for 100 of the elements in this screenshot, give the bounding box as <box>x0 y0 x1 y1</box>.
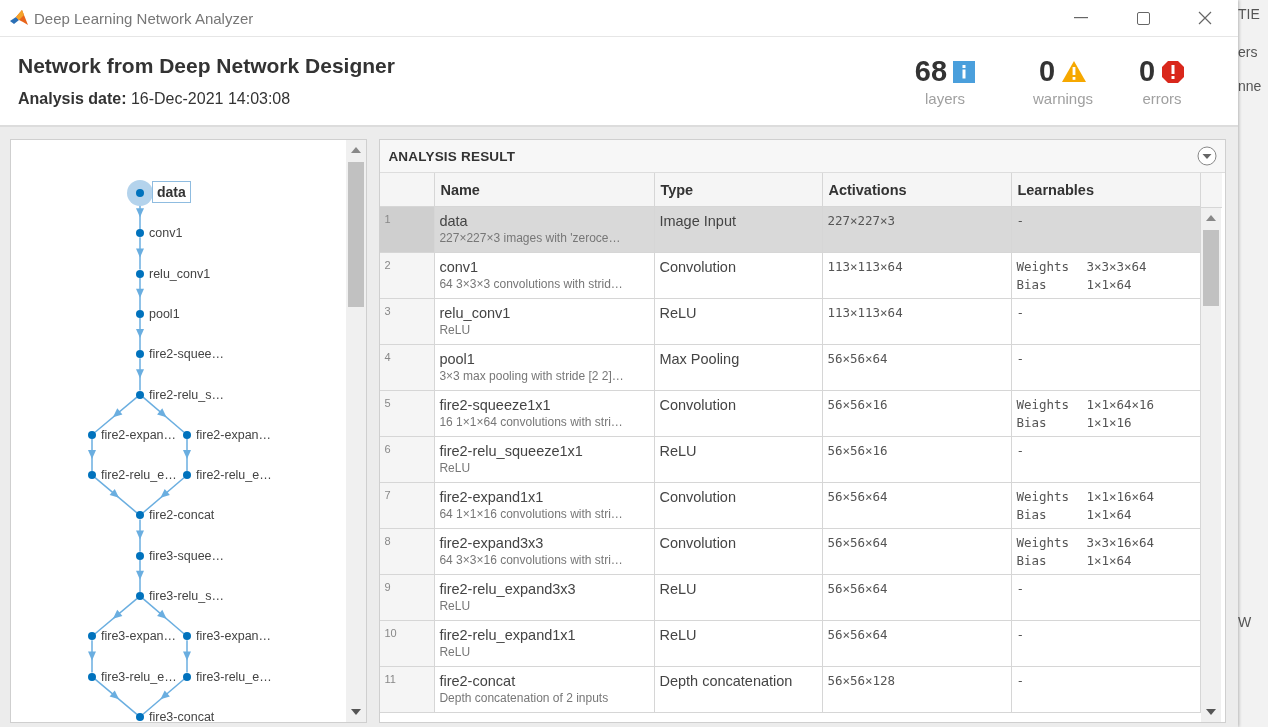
layer-name: fire2-expand1x1 <box>439 489 545 505</box>
node-label[interactable]: fire2-concat <box>149 508 215 523</box>
scroll-up-icon[interactable] <box>1206 215 1217 221</box>
name-cell[interactable]: fire2-expand3x3 64 3×3×16 convolutions with stri… <box>435 529 656 575</box>
row-number: 6 <box>380 437 436 483</box>
node-dot[interactable] <box>136 712 144 721</box>
layer-name: fire2-relu_expand3x3 <box>439 581 577 597</box>
node-dot[interactable] <box>88 471 96 480</box>
name-cell[interactable]: conv1 64 3×3×3 convolutions with strid… <box>435 253 656 299</box>
edge-arrow <box>136 518 144 553</box>
node-dot[interactable] <box>88 632 96 641</box>
node-label[interactable]: fire3-expan… <box>196 629 272 644</box>
error-icon <box>1161 59 1186 84</box>
node-label[interactable]: data <box>152 181 191 203</box>
type-cell: Depth concatenation <box>655 667 824 713</box>
background-text: ers <box>1238 44 1259 60</box>
stat-count: 68 <box>914 55 948 88</box>
node-label[interactable]: fire2-expan… <box>101 427 177 442</box>
node-dot[interactable] <box>183 632 191 641</box>
node-label[interactable]: fire2-expan… <box>196 427 272 442</box>
edge-arrow <box>136 558 144 593</box>
type-cell: ReLU <box>655 575 824 621</box>
name-cell[interactable]: fire2-concat Depth concatenation of 2 inputs <box>435 667 656 713</box>
name-cell[interactable]: fire2-expand1x1 64 1×1×16 convolutions with stri… <box>435 483 656 529</box>
node-label[interactable]: fire3-relu_s… <box>149 589 225 603</box>
row-number: 3 <box>380 299 436 345</box>
node-dot[interactable] <box>183 430 191 439</box>
learnable-name: Bias <box>1016 277 1048 292</box>
stat-count: 0 <box>1138 55 1156 88</box>
column-header[interactable]: Activations <box>823 173 1013 207</box>
collapse-icon[interactable] <box>1197 146 1217 166</box>
node-dot[interactable] <box>136 269 144 278</box>
edge-arrow <box>136 276 144 311</box>
row-number: 10 <box>380 621 436 667</box>
node-label[interactable]: fire2-relu_s… <box>149 387 225 402</box>
edge-arrow <box>136 317 144 351</box>
activations-cell: 113×113×64 <box>823 299 1013 345</box>
node-label[interactable]: relu_conv1 <box>149 266 211 281</box>
learnable-size: 3×3×16×64 <box>1086 535 1156 550</box>
row-number: 9 <box>380 575 436 621</box>
column-header[interactable]: Type <box>655 173 824 207</box>
panel-title: ANALYSIS RESULT <box>388 148 516 164</box>
name-cell[interactable]: fire2-relu_expand1x1 ReLU <box>435 621 656 667</box>
name-cell[interactable]: pool1 3×3 max pooling with stride [2 2]… <box>435 345 656 391</box>
node-dot[interactable] <box>136 189 144 197</box>
activations-cell: 56×56×64 <box>823 345 1013 391</box>
learnables-cell: - <box>1012 299 1202 345</box>
node-label[interactable]: fire3-expan… <box>101 629 177 644</box>
name-cell[interactable]: fire2-relu_squeeze1x1 ReLU <box>435 437 656 483</box>
column-header[interactable]: Learnables <box>1012 173 1202 207</box>
scrollbar[interactable] <box>1201 208 1222 722</box>
scroll-down-icon[interactable] <box>351 709 362 715</box>
learnable-name: Weights <box>1016 535 1071 550</box>
layer-name: fire2-concat <box>439 673 517 689</box>
node-dot[interactable] <box>136 551 144 560</box>
name-cell[interactable]: relu_conv1 ReLU <box>435 299 656 345</box>
layer-description: 227×227×3 images with 'zeroce… <box>439 231 622 245</box>
node-label[interactable]: fire3-relu_e… <box>101 669 177 684</box>
node-dot[interactable] <box>183 471 191 480</box>
type-cell: ReLU <box>655 621 824 667</box>
date-label: Analysis date: <box>18 90 127 107</box>
node-dot[interactable] <box>183 672 191 681</box>
scroll-up-icon[interactable] <box>351 147 362 153</box>
background-text: TIE <box>1238 6 1261 22</box>
layer-name: relu_conv1 <box>439 305 512 321</box>
name-cell[interactable]: fire2-relu_expand3x3 ReLU <box>435 575 656 621</box>
layer-description: ReLU <box>439 461 472 475</box>
learnables-cell: - <box>1012 667 1202 713</box>
node-dot[interactable] <box>88 430 96 439</box>
name-cell[interactable]: fire2-squeeze1x1 16 1×1×64 convolutions with stri… <box>435 391 656 437</box>
scroll-down-icon[interactable] <box>1206 709 1217 715</box>
node-dot[interactable] <box>136 229 144 238</box>
node-dot[interactable] <box>88 672 96 681</box>
node-label[interactable]: fire3-squee… <box>149 548 225 563</box>
activations-cell: 56×56×16 <box>823 391 1013 437</box>
row-number: 8 <box>380 529 436 575</box>
learnables-cell: - <box>1012 207 1202 253</box>
layer-description: ReLU <box>439 323 472 337</box>
name-cell[interactable]: data 227×227×3 images with 'zeroce… <box>435 207 656 253</box>
node-dot[interactable] <box>136 390 144 399</box>
node-dot[interactable] <box>136 350 144 359</box>
node-label[interactable]: pool1 <box>149 306 180 321</box>
stat-count: 0 <box>1038 55 1056 88</box>
learnable-size: 1×1×64 <box>1086 507 1133 522</box>
column-header[interactable]: Name <box>435 173 656 207</box>
node-label[interactable]: fire3-relu_e… <box>196 669 272 684</box>
activations-cell: 56×56×128 <box>823 667 1013 713</box>
node-label[interactable]: fire2-relu_e… <box>196 468 272 483</box>
node-label[interactable]: fire2-squee… <box>149 347 225 362</box>
node-label[interactable]: conv1 <box>149 226 183 241</box>
node-label[interactable]: fire2-relu_e… <box>101 468 177 483</box>
node-dot[interactable] <box>136 592 144 600</box>
node-dot[interactable] <box>136 511 144 520</box>
row-number: 5 <box>380 391 436 437</box>
scrollbar-thumb[interactable] <box>348 162 365 307</box>
scrollbar[interactable] <box>346 140 367 722</box>
node-dot[interactable] <box>136 309 144 318</box>
scrollbar-thumb[interactable] <box>1203 230 1220 306</box>
node-label[interactable]: fire3-concat <box>149 709 215 722</box>
learnable-name: Bias <box>1016 415 1048 430</box>
